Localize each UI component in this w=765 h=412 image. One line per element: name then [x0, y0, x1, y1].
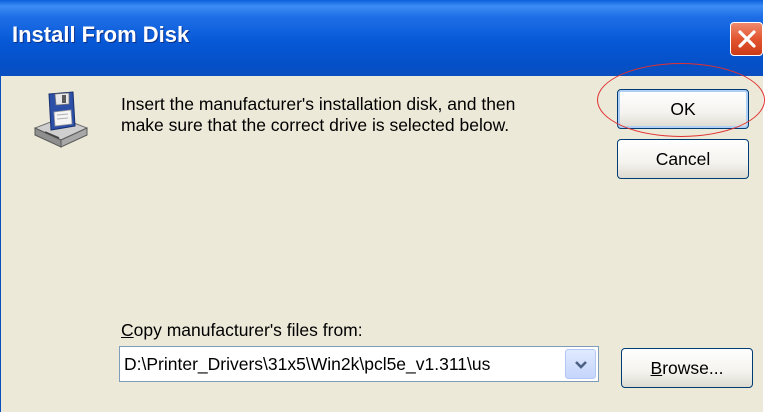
close-button[interactable] [730, 22, 763, 56]
instruction-line-2: make sure that the correct drive is sele… [121, 115, 510, 135]
disk-drive-icon [33, 91, 89, 148]
instruction-message: Insert the manufacturer's installation d… [121, 94, 581, 136]
close-icon [738, 30, 756, 48]
instruction-line-1: Insert the manufacturer's installation d… [121, 94, 516, 114]
title-bar[interactable]: Install From Disk [0, 0, 763, 76]
dropdown-button[interactable] [565, 349, 596, 379]
browse-mnemonic: B [650, 358, 663, 378]
copy-files-label: Copy manufacturer's files from: [121, 320, 363, 341]
cancel-button[interactable]: Cancel [617, 139, 749, 179]
chevron-down-icon [575, 361, 587, 369]
window-title: Install From Disk [12, 22, 190, 47]
browse-label-text: rowse... [662, 358, 724, 378]
browse-button[interactable]: Browse... [621, 348, 753, 388]
source-path-input[interactable]: D:\Printer_Drivers\31x5\Win2k\pcl5e_v1.3… [124, 354, 554, 375]
dialog-body: Insert the manufacturer's installation d… [0, 63, 765, 412]
source-path-combobox[interactable]: D:\Printer_Drivers\31x5\Win2k\pcl5e_v1.3… [119, 346, 599, 382]
copy-label-text: opy manufacturer's files from: [133, 320, 363, 340]
copy-label-mnemonic: C [121, 320, 134, 340]
ok-button[interactable]: OK [617, 89, 749, 129]
install-from-disk-dialog: Install From Disk Insert the manufacture… [0, 0, 765, 412]
